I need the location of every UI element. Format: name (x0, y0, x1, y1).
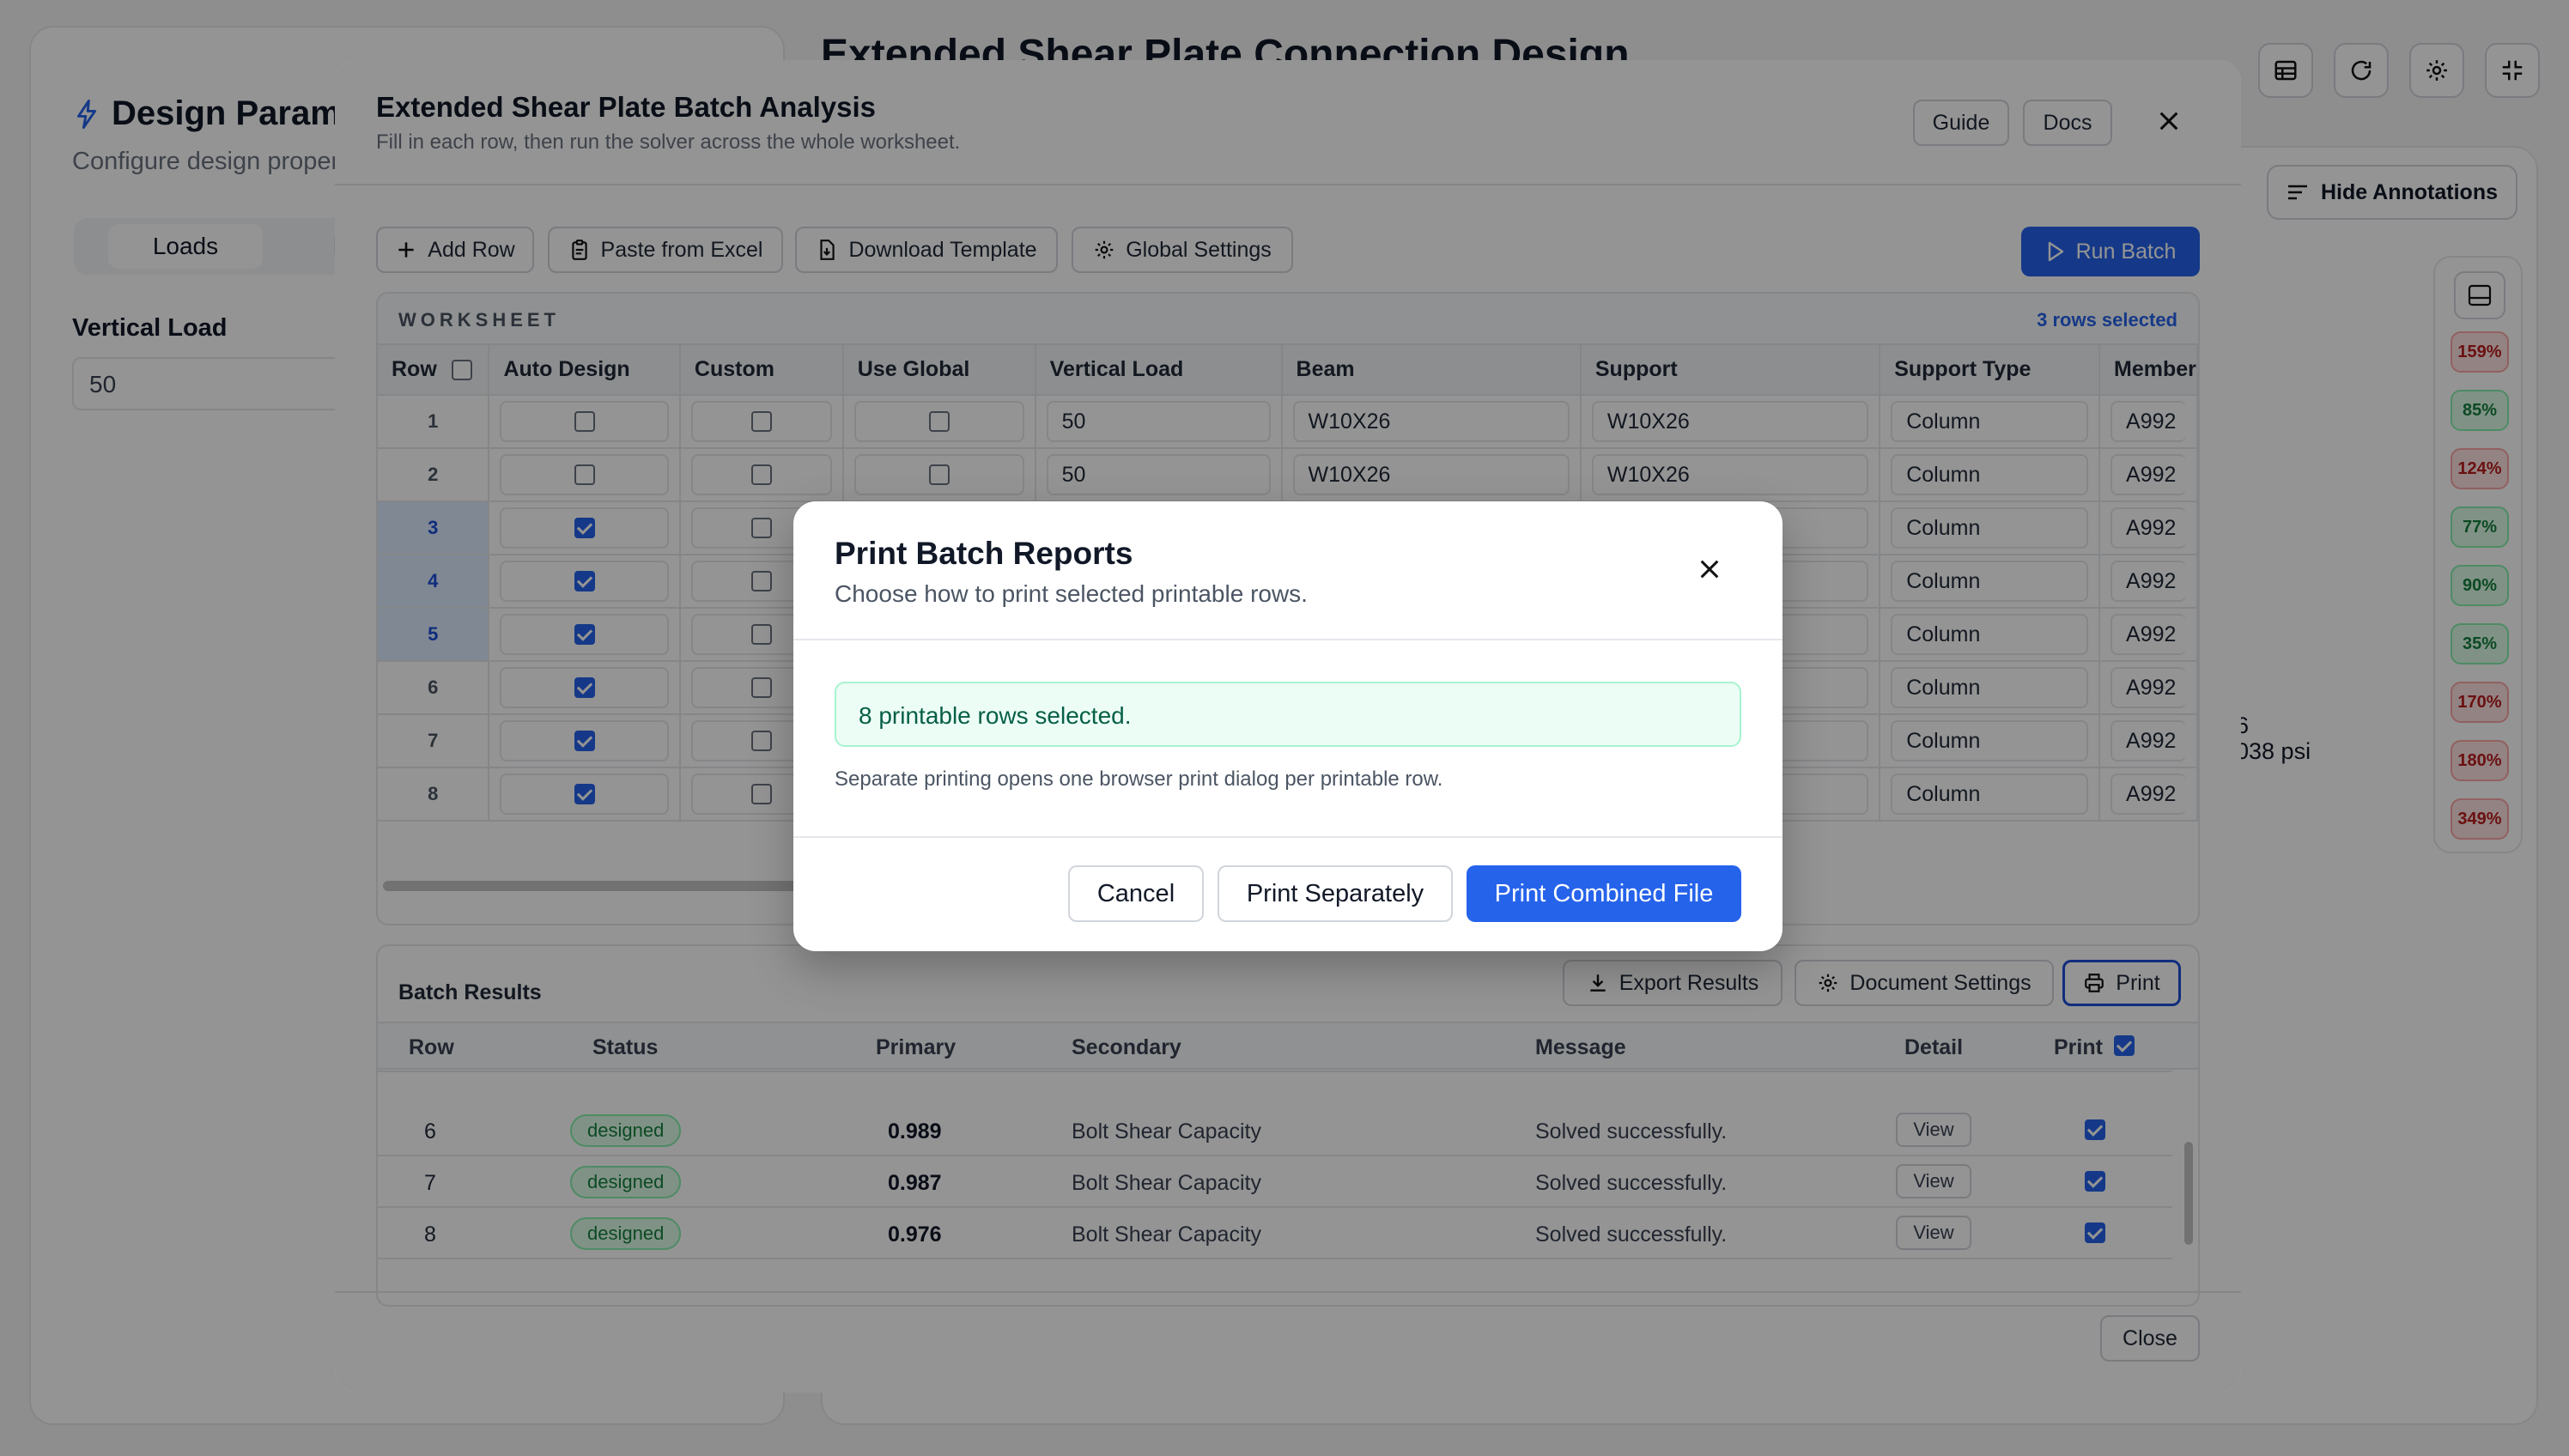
separate-print-note: Separate printing opens one browser prin… (835, 767, 1443, 791)
print-combined-button[interactable]: Print Combined File (1467, 865, 1741, 922)
dialog-subtitle: Choose how to print selected printable r… (835, 580, 1308, 607)
cancel-button[interactable]: Cancel (1068, 865, 1204, 922)
printable-rows-alert: 8 printable rows selected. (835, 682, 1741, 747)
dialog-close-button[interactable] (1688, 548, 1731, 591)
print-batch-dialog: Print Batch Reports Choose how to print … (793, 501, 1783, 951)
close-icon (1700, 560, 1719, 579)
print-separately-button[interactable]: Print Separately (1218, 865, 1453, 922)
dialog-title: Print Batch Reports (835, 536, 1133, 571)
divider (793, 836, 1783, 838)
divider (793, 639, 1783, 640)
